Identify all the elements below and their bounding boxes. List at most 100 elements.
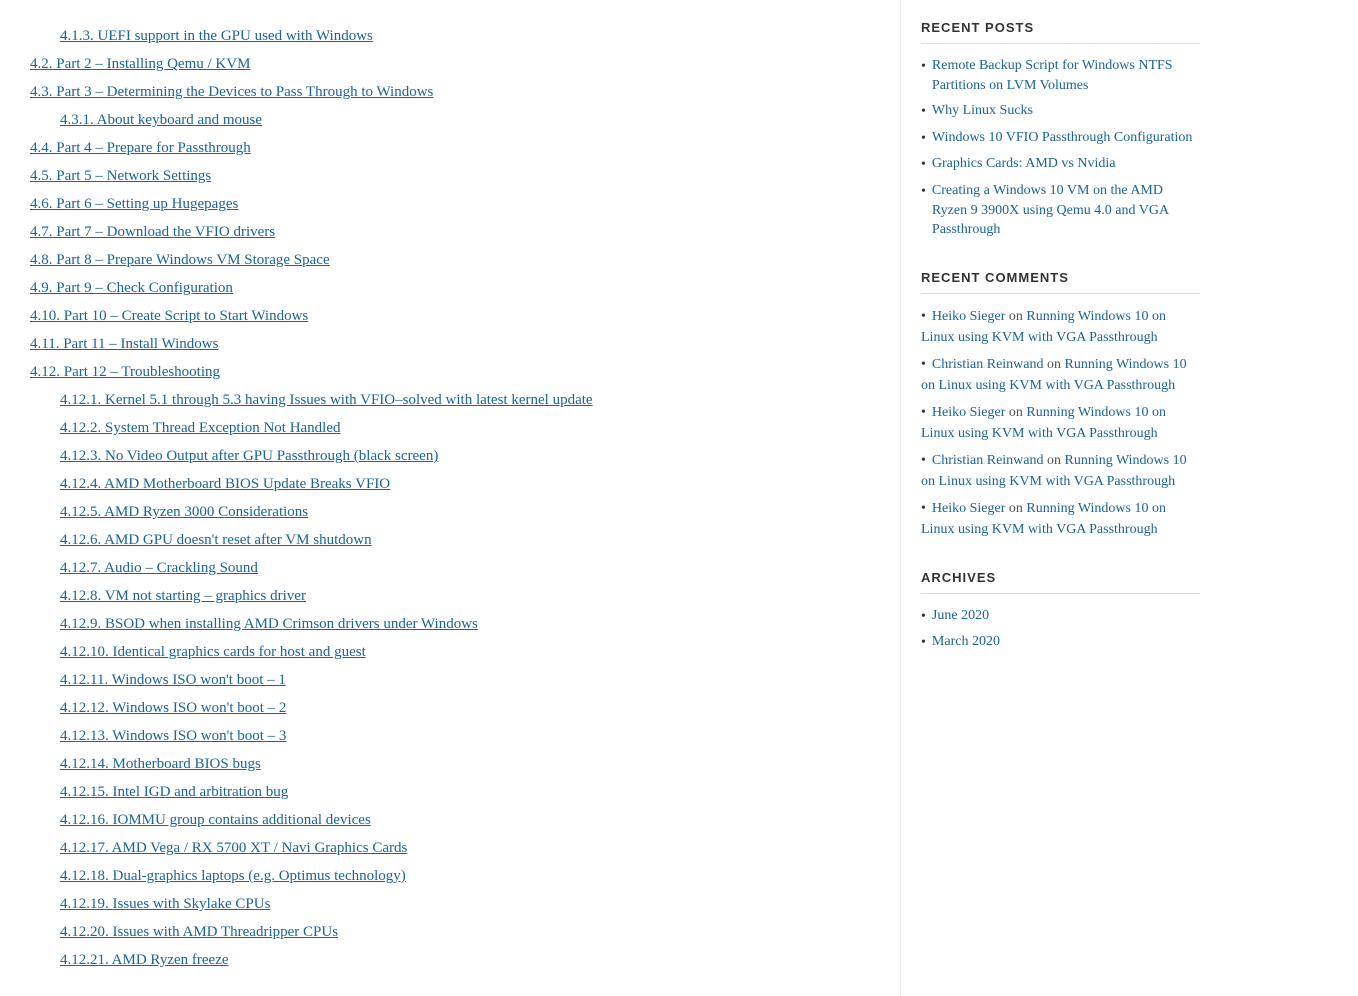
recent-post-link[interactable]: Windows 10 VFIO Passthrough Configuratio… [932,128,1193,148]
toc-link[interactable]: 4.12. Part 12 – Troubleshooting [30,364,220,380]
toc-item: 4.6. Part 6 – Setting up Hugepages [30,192,870,216]
toc-item: 4.12.12. Windows ISO won't boot – 2 [30,696,870,720]
toc-link[interactable]: 4.7. Part 7 – Download the VFIO drivers [30,224,275,240]
toc-link[interactable]: 4.5. Part 5 – Network Settings [30,168,211,184]
toc-item: 4.4. Part 4 – Prepare for Passthrough [30,136,870,160]
toc-item: 4.9. Part 9 – Check Configuration [30,276,870,300]
toc-link[interactable]: 4.3. Part 3 – Determining the Devices to… [30,84,433,100]
toc-item: 4.3. Part 3 – Determining the Devices to… [30,80,870,104]
toc-link[interactable]: 4.12.10. Identical graphics cards for ho… [60,644,366,660]
toc-link[interactable]: 4.12.5. AMD Ryzen 3000 Considerations [60,504,308,520]
toc-link[interactable]: 4.4. Part 4 – Prepare for Passthrough [30,140,251,156]
toc-item: 4.2. Part 2 – Installing Qemu / KVM [30,52,870,76]
toc-item: 4.12.5. AMD Ryzen 3000 Considerations [30,500,870,524]
toc-item: 4.10. Part 10 – Create Script to Start W… [30,304,870,328]
archive-item: March 2020 [921,632,1200,653]
comment-entry: Heiko Sieger on Running Windows 10 on Li… [921,498,1200,540]
toc-link[interactable]: 4.12.20. Issues with AMD Threadripper CP… [60,924,338,940]
recent-post-item: Creating a Windows 10 VM on the AMD Ryze… [921,181,1200,240]
toc-link[interactable]: 4.12.7. Audio – Crackling Sound [60,560,258,576]
archive-link[interactable]: June 2020 [932,606,989,626]
archive-link[interactable]: March 2020 [932,632,1000,652]
archives-heading: Archives [921,570,1200,594]
toc-item: 4.11. Part 11 – Install Windows [30,332,870,356]
toc-link[interactable]: 4.11. Part 11 – Install Windows [30,336,218,352]
recent-post-link[interactable]: Graphics Cards: AMD vs Nvidia [932,154,1116,174]
toc-item: 4.12.6. AMD GPU doesn't reset after VM s… [30,528,870,552]
comment-on-text: on [1005,501,1026,516]
commenter-link[interactable]: Heiko Sieger [932,405,1005,420]
toc-link[interactable]: 4.12.13. Windows ISO won't boot – 3 [60,728,286,744]
toc-link[interactable]: 4.12.14. Motherboard BIOS bugs [60,756,261,772]
toc-link[interactable]: 4.12.6. AMD GPU doesn't reset after VM s… [60,532,372,548]
sidebar: Recent Posts Remote Backup Script for Wi… [900,0,1220,996]
toc-item: 4.12.21. AMD Ryzen freeze [30,948,870,972]
archive-item: June 2020 [921,606,1200,627]
toc-link[interactable]: 4.1.3. UEFI support in the GPU used with… [60,28,373,44]
toc-link[interactable]: 4.12.15. Intel IGD and arbitration bug [60,784,288,800]
toc-item: 4.12.20. Issues with AMD Threadripper CP… [30,920,870,944]
toc-link[interactable]: 4.12.18. Dual-graphics laptops (e.g. Opt… [60,868,406,884]
toc-item: 4.12.4. AMD Motherboard BIOS Update Brea… [30,472,870,496]
recent-comments-heading: Recent Comments [921,270,1200,294]
toc-item: 4.12.17. AMD Vega / RX 5700 XT / Navi Gr… [30,836,870,860]
toc-link[interactable]: 4.12.17. AMD Vega / RX 5700 XT / Navi Gr… [60,840,407,856]
toc-list: 4.1.3. UEFI support in the GPU used with… [30,24,870,972]
comment-entry: Heiko Sieger on Running Windows 10 on Li… [921,402,1200,444]
toc-item: 4.8. Part 8 – Prepare Windows VM Storage… [30,248,870,272]
toc-item: 4.12.1. Kernel 5.1 through 5.3 having Is… [30,388,870,412]
recent-posts-list: Remote Backup Script for Windows NTFS Pa… [921,56,1200,240]
recent-post-link[interactable]: Remote Backup Script for Windows NTFS Pa… [932,56,1200,95]
toc-item: 4.12.14. Motherboard BIOS bugs [30,752,870,776]
toc-item: 4.12.10. Identical graphics cards for ho… [30,640,870,664]
toc-item: 4.12. Part 12 – Troubleshooting [30,360,870,384]
toc-link[interactable]: 4.12.3. No Video Output after GPU Passth… [60,448,438,464]
toc-item: 4.12.8. VM not starting – graphics drive… [30,584,870,608]
commenter-link[interactable]: Christian Reinwand [932,453,1044,468]
toc-item: 4.12.15. Intel IGD and arbitration bug [30,780,870,804]
toc-link[interactable]: 4.12.16. IOMMU group contains additional… [60,812,371,828]
recent-post-item: Why Linux Sucks [921,101,1200,122]
toc-item: 4.12.11. Windows ISO won't boot – 1 [30,668,870,692]
comment-entry: Christian Reinwand on Running Windows 10… [921,354,1200,396]
comment-on-text: on [1044,453,1065,468]
toc-link[interactable]: 4.6. Part 6 – Setting up Hugepages [30,196,238,212]
toc-link[interactable]: 4.12.9. BSOD when installing AMD Crimson… [60,616,478,632]
toc-link[interactable]: 4.12.11. Windows ISO won't boot – 1 [60,672,286,688]
recent-post-link[interactable]: Why Linux Sucks [932,101,1033,121]
commenter-link[interactable]: Heiko Sieger [932,309,1005,324]
commenter-link[interactable]: Christian Reinwand [932,357,1044,372]
toc-item: 4.12.3. No Video Output after GPU Passth… [30,444,870,468]
archives-section: Archives June 2020 March 2020 [921,570,1200,653]
toc-link[interactable]: 4.12.4. AMD Motherboard BIOS Update Brea… [60,476,390,492]
toc-link[interactable]: 4.9. Part 9 – Check Configuration [30,280,233,296]
commenter-link[interactable]: Heiko Sieger [932,501,1005,516]
toc-link[interactable]: 4.3.1. About keyboard and mouse [60,112,262,128]
toc-link[interactable]: 4.8. Part 8 – Prepare Windows VM Storage… [30,252,330,268]
recent-post-item: Windows 10 VFIO Passthrough Configuratio… [921,128,1200,149]
page-container: 4.1.3. UEFI support in the GPU used with… [0,0,1358,996]
toc-link[interactable]: 4.12.1. Kernel 5.1 through 5.3 having Is… [60,392,593,408]
recent-comments-list: Heiko Sieger on Running Windows 10 on Li… [921,306,1200,540]
toc-link[interactable]: 4.12.21. AMD Ryzen freeze [60,952,229,968]
toc-link[interactable]: 4.2. Part 2 – Installing Qemu / KVM [30,56,250,72]
toc-item: 4.12.7. Audio – Crackling Sound [30,556,870,580]
comment-entry: Heiko Sieger on Running Windows 10 on Li… [921,306,1200,348]
toc-link[interactable]: 4.12.19. Issues with Skylake CPUs [60,896,270,912]
toc-item: 4.5. Part 5 – Network Settings [30,164,870,188]
toc-link[interactable]: 4.12.8. VM not starting – graphics drive… [60,588,306,604]
toc-item: 4.12.13. Windows ISO won't boot – 3 [30,724,870,748]
main-content: 4.1.3. UEFI support in the GPU used with… [0,0,900,996]
recent-post-link[interactable]: Creating a Windows 10 VM on the AMD Ryze… [932,181,1200,240]
recent-comments-section: Recent Comments Heiko Sieger on Running … [921,270,1200,540]
recent-posts-heading: Recent Posts [921,20,1200,44]
toc-item: 4.12.18. Dual-graphics laptops (e.g. Opt… [30,864,870,888]
comment-on-text: on [1044,357,1065,372]
comment-on-text: on [1005,405,1026,420]
toc-link[interactable]: 4.10. Part 10 – Create Script to Start W… [30,308,308,324]
archives-list: June 2020 March 2020 [921,606,1200,653]
toc-link[interactable]: 4.12.2. System Thread Exception Not Hand… [60,420,341,436]
toc-link[interactable]: 4.12.12. Windows ISO won't boot – 2 [60,700,286,716]
recent-post-item: Graphics Cards: AMD vs Nvidia [921,154,1200,175]
toc-item: 4.12.2. System Thread Exception Not Hand… [30,416,870,440]
